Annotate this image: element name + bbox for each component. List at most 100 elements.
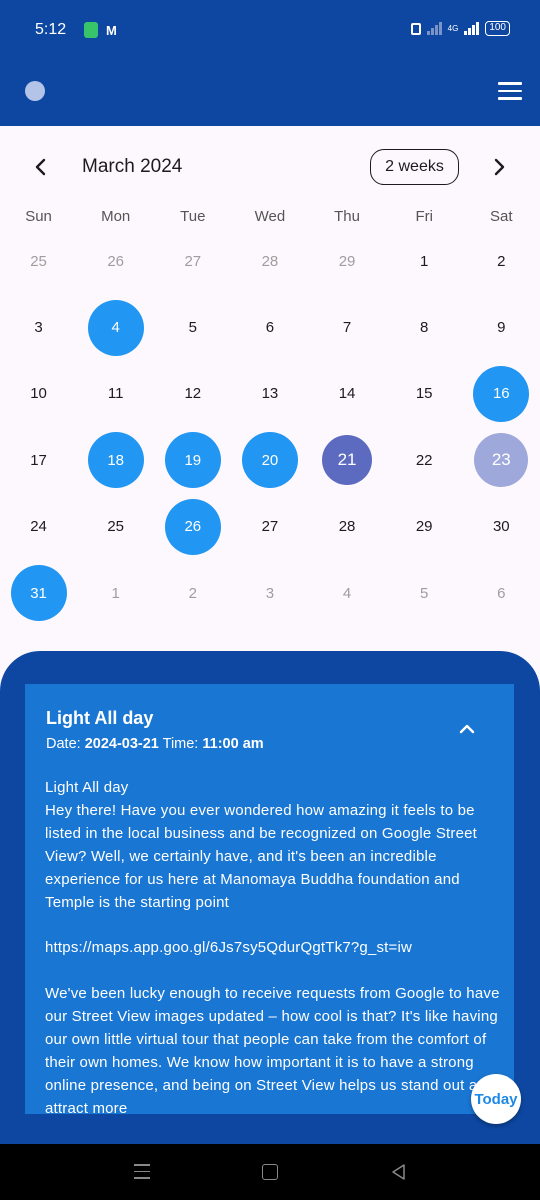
day-cell[interactable]: 24: [0, 494, 77, 560]
day-cell[interactable]: 3: [231, 560, 308, 626]
day-number: 19: [164, 432, 221, 489]
day-cell[interactable]: 29: [386, 494, 463, 560]
day-number: 1: [420, 252, 429, 270]
day-cell[interactable]: 10: [0, 361, 77, 427]
day-number: 13: [261, 385, 279, 403]
day-cell[interactable]: 9: [463, 294, 540, 360]
day-cell[interactable]: 2: [154, 560, 231, 626]
day-number: 29: [415, 518, 433, 536]
day-cell[interactable]: 30: [463, 494, 540, 560]
day-cell[interactable]: 25: [77, 494, 154, 560]
vibrate-icon: [410, 22, 421, 35]
app-notification-icon: [84, 22, 98, 38]
home-icon[interactable]: [262, 1164, 278, 1180]
day-number: 8: [420, 319, 429, 337]
day-number: 2: [497, 252, 506, 270]
calendar-grid: 25 26 27 28 29 1 2 3 4 5 6 7 8 9 10 11 12 13 14 15 16 17 18 19 2…: [0, 228, 540, 626]
day-cell[interactable]: 6: [231, 294, 308, 360]
app-bar: 5:12 M 4G 100: [0, 0, 540, 126]
day-cell[interactable]: 16: [463, 361, 540, 427]
month-title: March 2024: [82, 156, 183, 177]
day-cell[interactable]: 1: [77, 560, 154, 626]
calendar-header: March 2024 2 weeks: [0, 145, 540, 189]
week-row: 24 25 26 27 28 29 30: [0, 494, 540, 560]
day-number: 22: [415, 451, 433, 469]
day-cell[interactable]: 1: [386, 228, 463, 294]
chevron-up-icon[interactable]: [457, 721, 477, 735]
format-toggle-button[interactable]: 2 weeks: [370, 149, 459, 185]
day-cell[interactable]: 11: [77, 361, 154, 427]
day-number: 16: [473, 365, 530, 422]
day-cell[interactable]: 14: [309, 361, 386, 427]
day-cell[interactable]: 4: [77, 294, 154, 360]
chevron-left-icon[interactable]: [30, 155, 52, 179]
week-row: 10 11 12 13 14 15 16: [0, 361, 540, 427]
event-meta: Date: 2024-03-21 Time: 11:00 am: [46, 736, 264, 752]
system-nav-bar: [0, 1144, 540, 1200]
day-number: 28: [261, 252, 279, 270]
hamburger-menu-icon[interactable]: [498, 82, 522, 100]
weekday-label: Wed: [254, 208, 286, 225]
gmail-icon: M: [106, 22, 117, 38]
day-number: 6: [497, 584, 506, 602]
recent-apps-icon[interactable]: [134, 1164, 150, 1180]
today-button[interactable]: Today: [471, 1074, 521, 1124]
day-cell[interactable]: 25: [0, 228, 77, 294]
day-cell[interactable]: 28: [231, 228, 308, 294]
date-label: Date:: [46, 736, 85, 752]
avatar[interactable]: [25, 81, 45, 101]
network-type-label: 4G: [447, 24, 459, 33]
time-label: Time:: [158, 736, 203, 752]
status-indicators: 4G 100: [410, 21, 510, 36]
day-number: 10: [30, 385, 47, 403]
day-cell[interactable]: 12: [154, 361, 231, 427]
event-title: Light All day: [46, 708, 154, 728]
day-cell[interactable]: 2: [463, 228, 540, 294]
day-number: 23: [474, 433, 529, 488]
day-cell[interactable]: 15: [386, 361, 463, 427]
day-cell[interactable]: 13: [231, 361, 308, 427]
day-cell[interactable]: 17: [0, 427, 77, 493]
status-app-icons: M: [84, 22, 117, 38]
event-card[interactable]: Light All day Date: 2024-03-21 Time: 11:…: [25, 684, 514, 1114]
day-cell[interactable]: 7: [309, 294, 386, 360]
status-time: 5:12: [35, 21, 67, 38]
day-cell[interactable]: 29: [309, 228, 386, 294]
day-cell[interactable]: 20: [231, 427, 308, 493]
day-number: 3: [34, 319, 43, 337]
day-cell[interactable]: 5: [386, 560, 463, 626]
signal-sim2-icon: [464, 22, 480, 35]
day-cell[interactable]: 27: [154, 228, 231, 294]
day-cell[interactable]: 28: [309, 494, 386, 560]
day-cell[interactable]: 26: [77, 228, 154, 294]
day-cell[interactable]: 22: [386, 427, 463, 493]
day-cell[interactable]: 5: [154, 294, 231, 360]
day-cell[interactable]: 21: [309, 427, 386, 493]
weekday-header-row: Sun Mon Tue Wed Thu Fri Sat: [0, 208, 540, 230]
day-cell[interactable]: 27: [231, 494, 308, 560]
day-number: 28: [338, 518, 356, 536]
day-number: 27: [184, 252, 202, 270]
day-number: 27: [261, 518, 279, 536]
day-number: 15: [415, 385, 433, 403]
day-cell[interactable]: 19: [154, 427, 231, 493]
day-cell[interactable]: 26: [154, 494, 231, 560]
day-number: 20: [241, 432, 298, 489]
day-number: 30: [492, 518, 510, 536]
day-cell[interactable]: 18: [77, 427, 154, 493]
day-number: 7: [342, 319, 352, 337]
day-cell[interactable]: 4: [309, 560, 386, 626]
weekday-label: Sat: [490, 208, 513, 225]
day-number: 2: [188, 584, 197, 602]
day-number: 26: [164, 498, 221, 555]
day-number: 4: [342, 584, 352, 602]
day-cell[interactable]: 23: [463, 427, 540, 493]
back-icon[interactable]: [390, 1162, 406, 1182]
day-cell[interactable]: 31: [0, 560, 77, 626]
chevron-right-icon[interactable]: [488, 155, 510, 179]
day-cell[interactable]: 8: [386, 294, 463, 360]
day-cell[interactable]: 3: [0, 294, 77, 360]
day-number: 31: [10, 565, 67, 622]
day-number: 14: [338, 385, 356, 403]
day-cell[interactable]: 6: [463, 560, 540, 626]
